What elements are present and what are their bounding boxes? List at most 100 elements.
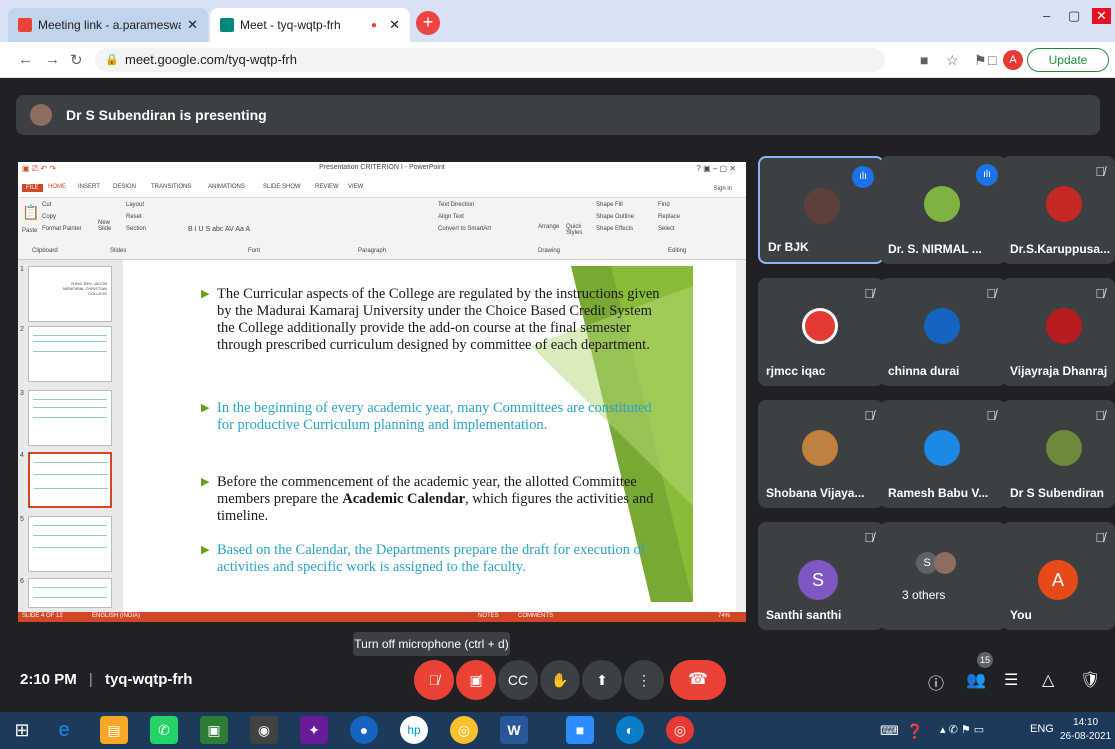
ppt-tab-slideshow: SLIDE SHOW <box>263 184 301 190</box>
group-paragraph: Paragraph <box>358 248 387 254</box>
hp-icon[interactable]: hp <box>400 716 428 744</box>
firefox-icon[interactable]: ● <box>350 716 378 744</box>
extension-icon[interactable]: ⚑ <box>974 52 987 69</box>
presenting-banner: Dr S Subendiran is presenting <box>16 95 1100 135</box>
people-icon[interactable]: 👥 <box>966 670 986 690</box>
word-icon[interactable]: W <box>500 716 528 744</box>
ie-icon[interactable]: e <box>50 716 78 744</box>
participant-tile[interactable]: 🎙̸ Shobana Vijaya... <box>758 400 884 508</box>
close-window-button[interactable]: ✕ <box>1092 8 1111 24</box>
maximize-button[interactable]: ▢ <box>1068 8 1080 24</box>
help-icon[interactable]: ❓ <box>906 723 923 740</box>
tab-search-icon[interactable]: □ <box>988 52 996 68</box>
file-explorer-icon[interactable]: ▤ <box>100 716 128 744</box>
url-field[interactable]: 🔒 meet.google.com/tyq-wqtp-frh <box>95 48 885 72</box>
mic-off-icon: 🎙̸ <box>1095 530 1105 545</box>
participant-tile[interactable]: 🎙̸ Ramesh Babu V... <box>880 400 1006 508</box>
ribbon-find: Find <box>658 202 670 208</box>
leave-call-button[interactable]: ☎ <box>670 660 726 700</box>
taskbar-clock[interactable]: 14:10 26-08-2021 <box>1060 716 1111 744</box>
camera-icon[interactable]: ■ <box>920 52 928 68</box>
participant-tile[interactable]: 🎙̸ Vijayraja Dhanraj <box>1002 278 1115 386</box>
zoom-icon[interactable]: ■ <box>566 716 594 744</box>
host-controls-icon[interactable]: 🛡 <box>1080 670 1100 690</box>
bullet-arrow-icon: ▶ <box>201 544 210 556</box>
slide-thumbnails: 1 RJMC REV. JACOB MEMORIAL CHRISTIAN COL… <box>18 260 123 612</box>
group-font: Font <box>248 248 261 254</box>
tray-icons[interactable]: ▴ ✆ ⚑ ▭ <box>940 723 984 736</box>
camera-toggle-button[interactable]: ▣̸ <box>456 660 496 700</box>
mic-off-icon: 🎙̸ <box>864 408 874 423</box>
webcam-icon[interactable]: ◉ <box>250 716 278 744</box>
captions-button[interactable]: CC <box>498 660 538 700</box>
ppt-scrollbar <box>736 260 746 612</box>
mic-off-icon: 🎙̸ <box>1095 164 1105 179</box>
new-tab-button[interactable]: + <box>416 11 440 35</box>
participant-tile[interactable]: ılı Dr. S. NIRMAL ... <box>880 156 1006 264</box>
thumb-line <box>33 525 107 526</box>
minimize-button[interactable]: – <box>1043 8 1050 23</box>
thumb-number: 5 <box>20 516 24 523</box>
bullet-text: The Curricular aspects of the College ar… <box>217 286 660 353</box>
hand-icon: ✋ <box>551 672 569 688</box>
participant-tile-self[interactable]: A 🎙̸ You <box>1002 522 1115 630</box>
edge-icon[interactable]: ◐ <box>616 716 644 744</box>
presenting-label: Dr S Subendiran is presenting <box>66 107 267 123</box>
participant-name: Dr S Subendiran <box>1010 486 1105 500</box>
store-icon[interactable]: ▣ <box>200 716 228 744</box>
shared-screen: Presentation CRITERION I - PowerPoint ▣ … <box>18 162 746 622</box>
slide-thumbnail <box>28 390 112 446</box>
bullet-text: Based on the Calendar, the Departments p… <box>217 542 646 575</box>
ribbon-cut: Cut <box>42 202 52 208</box>
participant-tile-others[interactable]: S 3 others <box>880 522 1006 630</box>
ppt-tab-insert: INSERT <box>78 184 100 190</box>
participant-tile[interactable]: 🎙̸ chinna durai <box>880 278 1006 386</box>
group-slides: Slides <box>110 248 127 254</box>
participant-tile[interactable]: ılı Dr BJK <box>758 156 884 264</box>
close-tab-icon[interactable]: ✕ <box>187 17 198 33</box>
ppt-title: Presentation CRITERION I - PowerPoint <box>319 164 445 171</box>
windows-start-icon[interactable]: ⊞ <box>8 716 36 744</box>
whatsapp-icon[interactable]: ✆ <box>150 716 178 744</box>
participant-tile[interactable]: 🎙̸ Dr.S.Karuppusa... <box>1002 156 1115 264</box>
present-button[interactable]: ⬆ <box>582 660 622 700</box>
participant-tile[interactable]: 🎙̸ rjmcc iqac <box>758 278 884 386</box>
ppt-quick-access-icon: ▣ ⎚ ↶ ↷ <box>22 164 57 173</box>
participant-photo <box>1046 186 1082 222</box>
mic-toggle-button[interactable]: 🎙̸ <box>414 660 454 700</box>
bullet-text: In the beginning of every academic year,… <box>217 400 652 433</box>
update-button[interactable]: Update <box>1027 48 1109 72</box>
tab-meeting-link[interactable]: Meeting link - a.parameswari@g ✕ <box>8 8 208 42</box>
reload-icon[interactable]: ↻ <box>70 51 83 69</box>
meeting-clock: 2:10 PM | tyq-wqtp-frh <box>20 671 192 688</box>
activities-icon[interactable]: △ <box>1042 670 1054 690</box>
info-icon[interactable]: ⓘ <box>928 670 944 694</box>
participant-tile[interactable]: S 🎙̸ Santhi santhi <box>758 522 884 630</box>
chrome-profile-icon[interactable]: ◎ <box>666 716 694 744</box>
tab-title: Meeting link - a.parameswari@g <box>38 18 181 32</box>
participant-photo <box>924 430 960 466</box>
profile-avatar[interactable]: A <box>1003 50 1023 70</box>
participant-tile[interactable]: 🎙̸ Dr S Subendiran <box>1002 400 1115 508</box>
ribbon-section: Section <box>126 226 147 232</box>
mic-off-icon: 🎙̸ <box>428 672 440 688</box>
ppt-tab-view: VIEW <box>348 184 364 190</box>
thumb-line <box>33 597 107 598</box>
forward-icon[interactable]: → <box>45 51 60 68</box>
language-indicator[interactable]: ENG <box>1030 723 1054 735</box>
star-icon[interactable]: ☆ <box>946 52 959 69</box>
participant-photo <box>802 308 838 344</box>
participant-name: rjmcc iqac <box>766 364 826 378</box>
ribbon-quick-styles: Quick Styles <box>566 224 583 236</box>
tab-meet[interactable]: Meet - tyq-wqtp-frh ● ✕ <box>210 8 410 42</box>
photos-icon[interactable]: ✦ <box>300 716 328 744</box>
chrome-icon[interactable]: ◎ <box>450 716 478 744</box>
participant-name: chinna durai <box>888 364 960 378</box>
back-icon[interactable]: ← <box>18 51 33 68</box>
keyboard-icon[interactable]: ⌨ <box>880 723 899 739</box>
close-tab-icon[interactable]: ✕ <box>389 17 400 33</box>
mic-off-icon: 🎙̸ <box>986 286 996 301</box>
more-options-button[interactable]: ⋮ <box>624 660 664 700</box>
chat-icon[interactable]: ☰ <box>1004 670 1018 690</box>
raise-hand-button[interactable]: ✋ <box>540 660 580 700</box>
